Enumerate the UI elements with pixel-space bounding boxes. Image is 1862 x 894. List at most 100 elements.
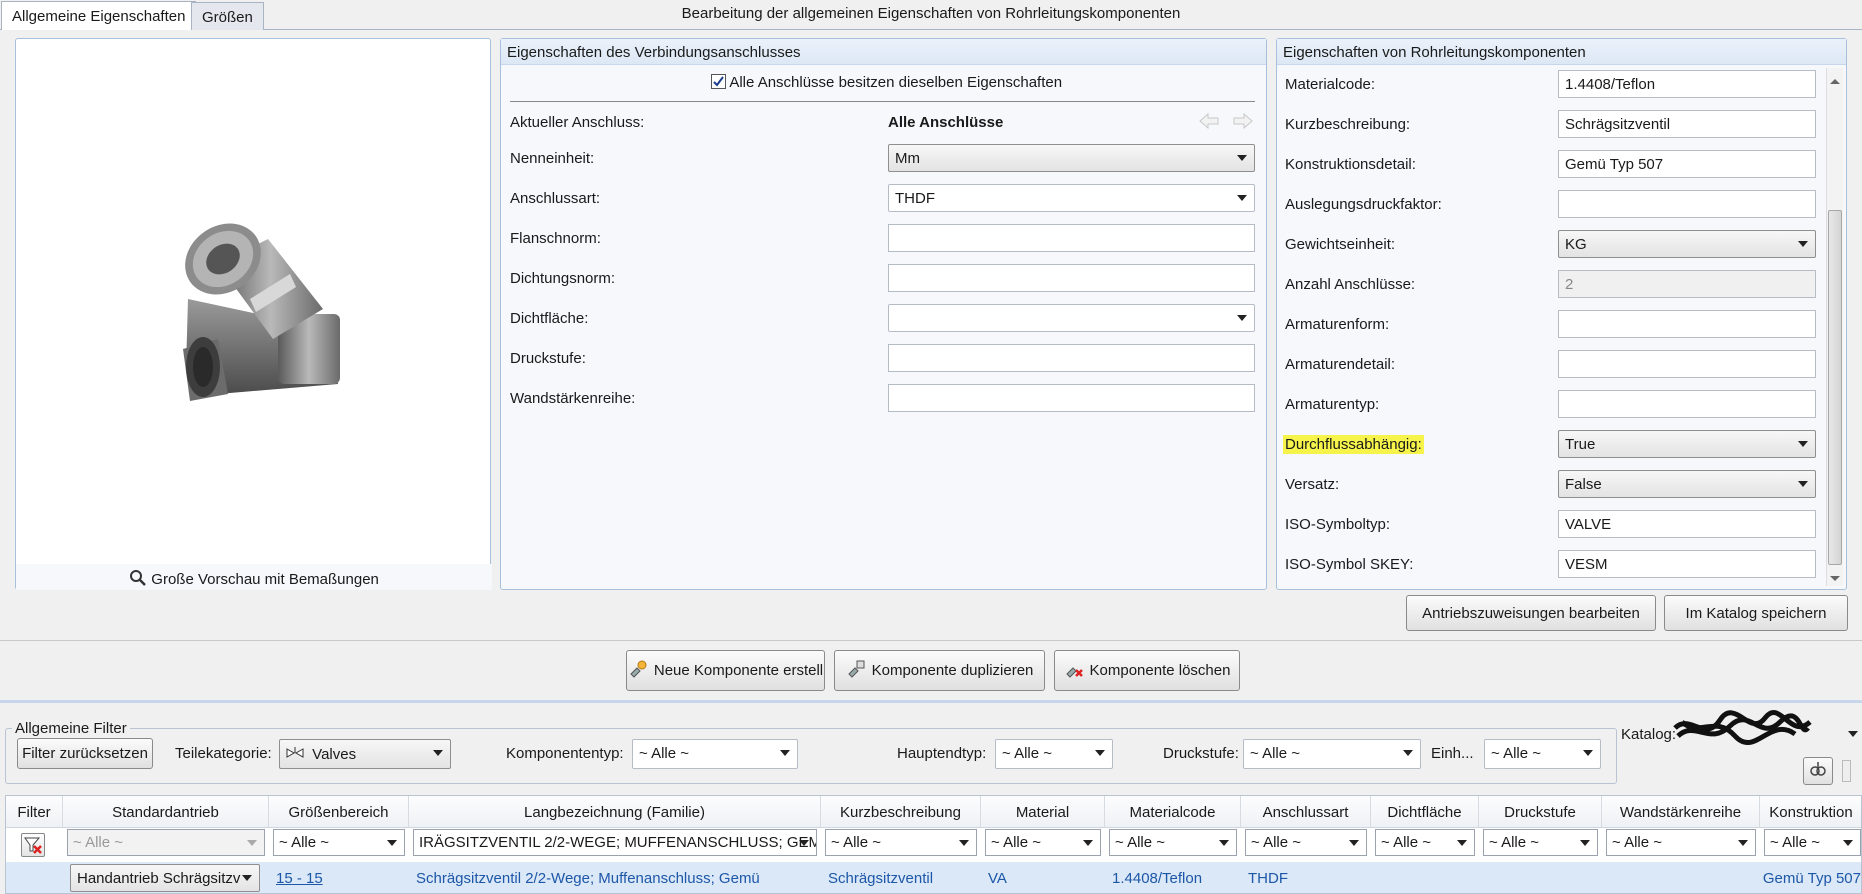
component-table: Filter Standardantrieb Größenbereich Lan… [5,795,1862,894]
offset-select[interactable]: False [1558,470,1816,498]
button-label: Antriebszuweisungen bearbeiten [1422,604,1640,622]
column-header-standard-drive[interactable]: Standardantrieb [63,796,269,828]
filter-value: ~ Alle ~ [831,834,882,851]
design-pressure-factor-label: Auslegungsdruckfaktor: [1285,196,1442,213]
reset-filter-button[interactable]: Filter zurücksetzen [17,738,153,769]
filter-long-description[interactable]: IRÄGSITZVENTIL 2/2-WEGE; MUFFENANSCHLUSS… [413,829,817,856]
edit-drive-assignments-button[interactable]: Antriebszuweisungen bearbeiten [1406,595,1656,631]
column-header-short-description[interactable]: Kurzbeschreibung [821,796,981,828]
prev-connection-arrow-icon[interactable] [1198,111,1220,135]
iso-symbol-skey-field[interactable]: VESM [1558,550,1816,578]
connection-type-select[interactable]: THDF [888,184,1255,212]
construction-detail-field[interactable]: Gemü Typ 507 [1558,150,1816,178]
nominal-unit-select[interactable]: Mm [888,144,1255,172]
filter-material-code[interactable]: ~ Alle ~ [1109,829,1237,856]
new-component-button[interactable]: Neue Komponente erstell [626,650,825,691]
filter-wall-thickness[interactable]: ~ Alle ~ [1606,829,1756,856]
scroll-up-icon[interactable] [1829,72,1841,89]
clear-filter-button[interactable] [21,833,45,857]
delete-icon [1064,659,1084,683]
gasket-standard-field[interactable] [888,264,1255,292]
next-connection-arrow-icon[interactable] [1232,111,1254,135]
same-properties-label: Alle Anschlüsse besitzen dieselben Eigen… [729,74,1063,91]
construction-detail-label: Konstruktionsdetail: [1285,156,1416,173]
filter-size-range[interactable]: ~ Alle ~ [273,829,405,856]
column-header-material[interactable]: Material [981,796,1105,828]
catalog-dropdown[interactable] [1842,720,1862,748]
chevron-down-icon [1095,750,1105,756]
chevron-down-icon [1457,840,1467,846]
row-construction: Gemü Typ 507 [1762,870,1861,887]
filter-value: ~ Alle ~ [1251,834,1302,851]
weight-unit-select[interactable]: KG [1558,230,1816,258]
column-header-construction[interactable]: Konstruktion [1760,796,1861,828]
same-properties-checkbox-row[interactable]: Alle Anschlüsse besitzen dieselben Eigen… [711,74,1062,91]
column-header-long-description[interactable]: Langbezeichnung (Familie) [409,796,821,828]
column-header-filter[interactable]: Filter [6,796,63,828]
column-header-connection-type[interactable]: Anschlussart [1241,796,1371,828]
large-preview-link[interactable]: Große Vorschau mit Bemaßungen [16,564,492,590]
row-size-range-link[interactable]: 15 - 15 [276,870,323,887]
valve-type-field[interactable] [1558,390,1816,418]
design-pressure-factor-field[interactable] [1558,190,1816,218]
component-3d-preview[interactable] [18,49,488,574]
filter-standard-drive[interactable]: ~ Alle ~ [67,829,265,856]
scroll-down-icon[interactable] [1829,570,1841,587]
large-preview-label: Große Vorschau mit Bemaßungen [151,570,379,588]
column-header-material-code[interactable]: Materialcode [1105,796,1241,828]
flange-standard-field[interactable] [888,224,1255,252]
main-end-type-select[interactable]: ~ Alle ~ [995,739,1113,769]
column-header-wall-thickness[interactable]: Wandstärkenreihe [1602,796,1760,828]
catalog-scroll-stub [1842,760,1851,782]
unit-filter-select[interactable]: ~ Alle ~ [1484,739,1601,769]
filter-value: ~ Alle ~ [1115,834,1166,851]
flow-dependent-label: Durchflussabhängig: [1283,435,1424,454]
column-header-sealing-face[interactable]: Dichtfläche [1371,796,1479,828]
filter-value: ~ Alle ~ [1489,834,1540,851]
catalog-tools-button[interactable] [1803,757,1833,785]
material-code-field[interactable]: 1.4408/Teflon [1558,70,1816,98]
scrollbar-thumb[interactable] [1828,210,1842,565]
filter-sealing-face[interactable]: ~ Alle ~ [1375,829,1475,856]
row-standard-drive-select[interactable]: Handantrieb Schrägsitzv [70,864,260,892]
row-material-code: 1.4408/Teflon [1112,870,1203,887]
sealing-face-select[interactable] [888,304,1255,332]
part-category-select[interactable]: Valves [279,739,451,769]
filter-short-description[interactable]: ~ Alle ~ [825,829,977,856]
chevron-down-icon [1848,731,1858,737]
delete-component-button[interactable]: Komponente löschen [1054,650,1240,691]
chevron-down-icon [1798,481,1808,487]
row-short-description: Schrägsitzventil [828,870,934,887]
filter-construction[interactable]: ~ Alle ~ [1764,829,1861,856]
select-value: THDF [895,190,935,207]
chevron-down-icon [1237,315,1247,321]
current-connection-label: Aktueller Anschluss: [510,114,645,131]
splitter[interactable] [0,700,1862,703]
short-description-field[interactable]: Schrägsitzventil [1558,110,1816,138]
chevron-down-icon [1237,155,1247,161]
wall-thickness-field[interactable] [888,384,1255,412]
filter-material[interactable]: ~ Alle ~ [985,829,1101,856]
column-header-pressure-class[interactable]: Druckstufe [1479,796,1602,828]
filter-value: ~ Alle ~ [1770,834,1821,851]
same-properties-checkbox[interactable] [711,74,726,89]
flow-dependent-select[interactable]: True [1558,430,1816,458]
weight-unit-label: Gewichtseinheit: [1285,236,1396,253]
valve-form-field[interactable] [1558,310,1816,338]
chevron-down-icon [1237,195,1247,201]
pressure-filter-select[interactable]: ~ Alle ~ [1243,739,1421,769]
iso-symbol-type-field[interactable]: VALVE [1558,510,1816,538]
button-label: Im Katalog speichern [1685,604,1827,622]
component-type-select[interactable]: ~ Alle ~ [632,739,798,769]
filter-connection-type[interactable]: ~ Alle ~ [1245,829,1367,856]
pressure-class-field[interactable] [888,344,1255,372]
filter-pressure-class[interactable]: ~ Alle ~ [1483,829,1598,856]
chevron-down-icon [1738,840,1748,846]
connection-count-label: Anzahl Anschlüsse: [1285,276,1416,293]
chevron-down-icon [1580,840,1590,846]
connection-type-label: Anschlussart: [510,190,601,207]
valve-detail-field[interactable] [1558,350,1816,378]
column-header-size-range[interactable]: Größenbereich [269,796,409,828]
save-to-catalog-button[interactable]: Im Katalog speichern [1664,595,1848,631]
duplicate-component-button[interactable]: Komponente duplizieren [834,650,1045,691]
